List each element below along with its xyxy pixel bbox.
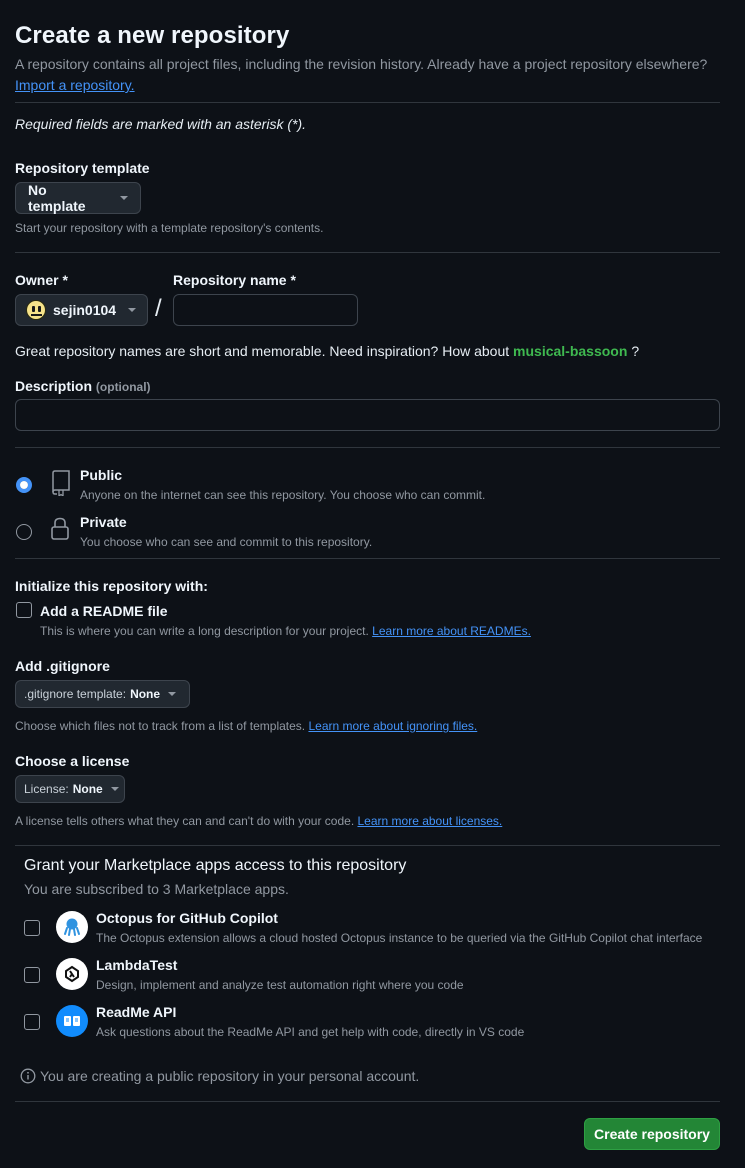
owner-select-button[interactable]: sejin0104 — [15, 294, 148, 326]
gitignore-select-value: None — [130, 687, 161, 701]
chevron-down-icon — [168, 692, 177, 696]
readme-label: Add a README file — [40, 603, 168, 619]
repo-name-hint-suffix: ? — [631, 343, 640, 359]
app-checkbox[interactable] — [24, 1014, 40, 1030]
chevron-down-icon — [128, 308, 137, 312]
app-checkbox[interactable] — [24, 920, 40, 936]
private-label: Private — [80, 514, 127, 530]
template-select-button[interactable]: No template — [15, 182, 141, 214]
repo-name-hint: Great repository names are short and mem… — [15, 343, 639, 359]
license-learn-more-link[interactable]: Learn more about licenses. — [358, 814, 503, 828]
app-description: Ask questions about the ReadMe API and g… — [96, 1025, 525, 1039]
avatar — [26, 300, 46, 320]
gitignore-learn-more-link[interactable]: Learn more about ignoring files. — [308, 719, 477, 733]
readme-hint-text: This is where you can write a long descr… — [40, 624, 369, 638]
license-hint-text: A license tells others what they can and… — [15, 814, 355, 828]
marketplace-title: Grant your Marketplace apps access to th… — [24, 857, 407, 874]
app-name: ReadMe API — [96, 1004, 177, 1020]
template-label: Repository template — [15, 160, 150, 176]
readme-book-icon — [56, 1005, 88, 1037]
page-title: Create a new repository — [15, 22, 290, 49]
divider — [15, 252, 720, 253]
license-label: Choose a license — [15, 753, 130, 769]
gitignore-label: Add .gitignore — [15, 658, 110, 674]
app-checkbox[interactable] — [24, 967, 40, 983]
readme-checkbox[interactable] — [16, 602, 32, 618]
template-select-value: No template — [28, 182, 86, 214]
repo-name-suggestion[interactable]: musical-bassoon — [513, 343, 627, 359]
chevron-down-icon — [110, 787, 119, 791]
app-description: Design, implement and analyze test autom… — [96, 978, 464, 992]
create-repository-button[interactable]: Create repository — [584, 1118, 720, 1150]
owner-select-value: sejin0104 — [53, 302, 117, 318]
owner-repo-separator: / — [155, 295, 162, 322]
public-label: Public — [80, 467, 123, 483]
divider — [15, 558, 720, 559]
private-radio[interactable] — [16, 524, 32, 540]
license-select-prefix: License: — [24, 782, 69, 796]
app-description: The Octopus extension allows a cloud hos… — [96, 931, 703, 945]
template-hint: Start your repository with a template re… — [15, 221, 324, 235]
license-select-button[interactable]: License: None — [15, 775, 125, 803]
repo-icon — [52, 470, 70, 496]
gitignore-hint: Choose which files not to track from a l… — [15, 719, 477, 733]
description-label-text: Description — [15, 378, 93, 394]
gitignore-select-button[interactable]: .gitignore template: None — [15, 680, 190, 708]
divider — [15, 1101, 720, 1102]
initialize-label: Initialize this repository with: — [15, 578, 208, 594]
gitignore-select-prefix: .gitignore template: — [24, 687, 127, 701]
description-optional-tag: (optional) — [95, 380, 151, 394]
divider — [15, 447, 720, 448]
marketplace-subtitle: You are subscribed to 3 Marketplace apps… — [24, 881, 289, 897]
public-radio[interactable] — [16, 477, 32, 493]
owner-label: Owner * — [15, 272, 68, 288]
footer-note: You are creating a public repository in … — [40, 1068, 420, 1084]
page-subtitle: A repository contains all project files,… — [15, 56, 708, 72]
lock-icon — [51, 517, 69, 540]
info-icon — [20, 1068, 36, 1084]
repo-name-input[interactable] — [173, 294, 358, 326]
repo-name-hint-text: Great repository names are short and mem… — [15, 343, 510, 359]
description-label: Description (optional) — [15, 378, 151, 394]
license-select-value: None — [72, 782, 103, 796]
description-input[interactable] — [15, 399, 720, 431]
lambdatest-icon — [56, 958, 88, 990]
readme-hint: This is where you can write a long descr… — [40, 624, 531, 638]
chevron-down-icon — [120, 196, 128, 200]
import-repository-link[interactable]: Import a repository. — [15, 77, 135, 93]
private-hint: You choose who can see and commit to thi… — [80, 535, 373, 549]
public-hint: Anyone on the internet can see this repo… — [80, 488, 486, 502]
repo-name-label: Repository name * — [173, 272, 296, 288]
license-hint: A license tells others what they can and… — [15, 814, 502, 828]
app-name: Octopus for GitHub Copilot — [96, 910, 278, 926]
app-name: LambdaTest — [96, 957, 178, 973]
divider — [15, 845, 720, 846]
readme-learn-more-link[interactable]: Learn more about READMEs. — [372, 624, 531, 638]
divider — [15, 102, 720, 103]
required-fields-note: Required fields are marked with an aster… — [15, 116, 307, 132]
octopus-icon — [56, 911, 88, 943]
gitignore-hint-text: Choose which files not to track from a l… — [15, 719, 306, 733]
